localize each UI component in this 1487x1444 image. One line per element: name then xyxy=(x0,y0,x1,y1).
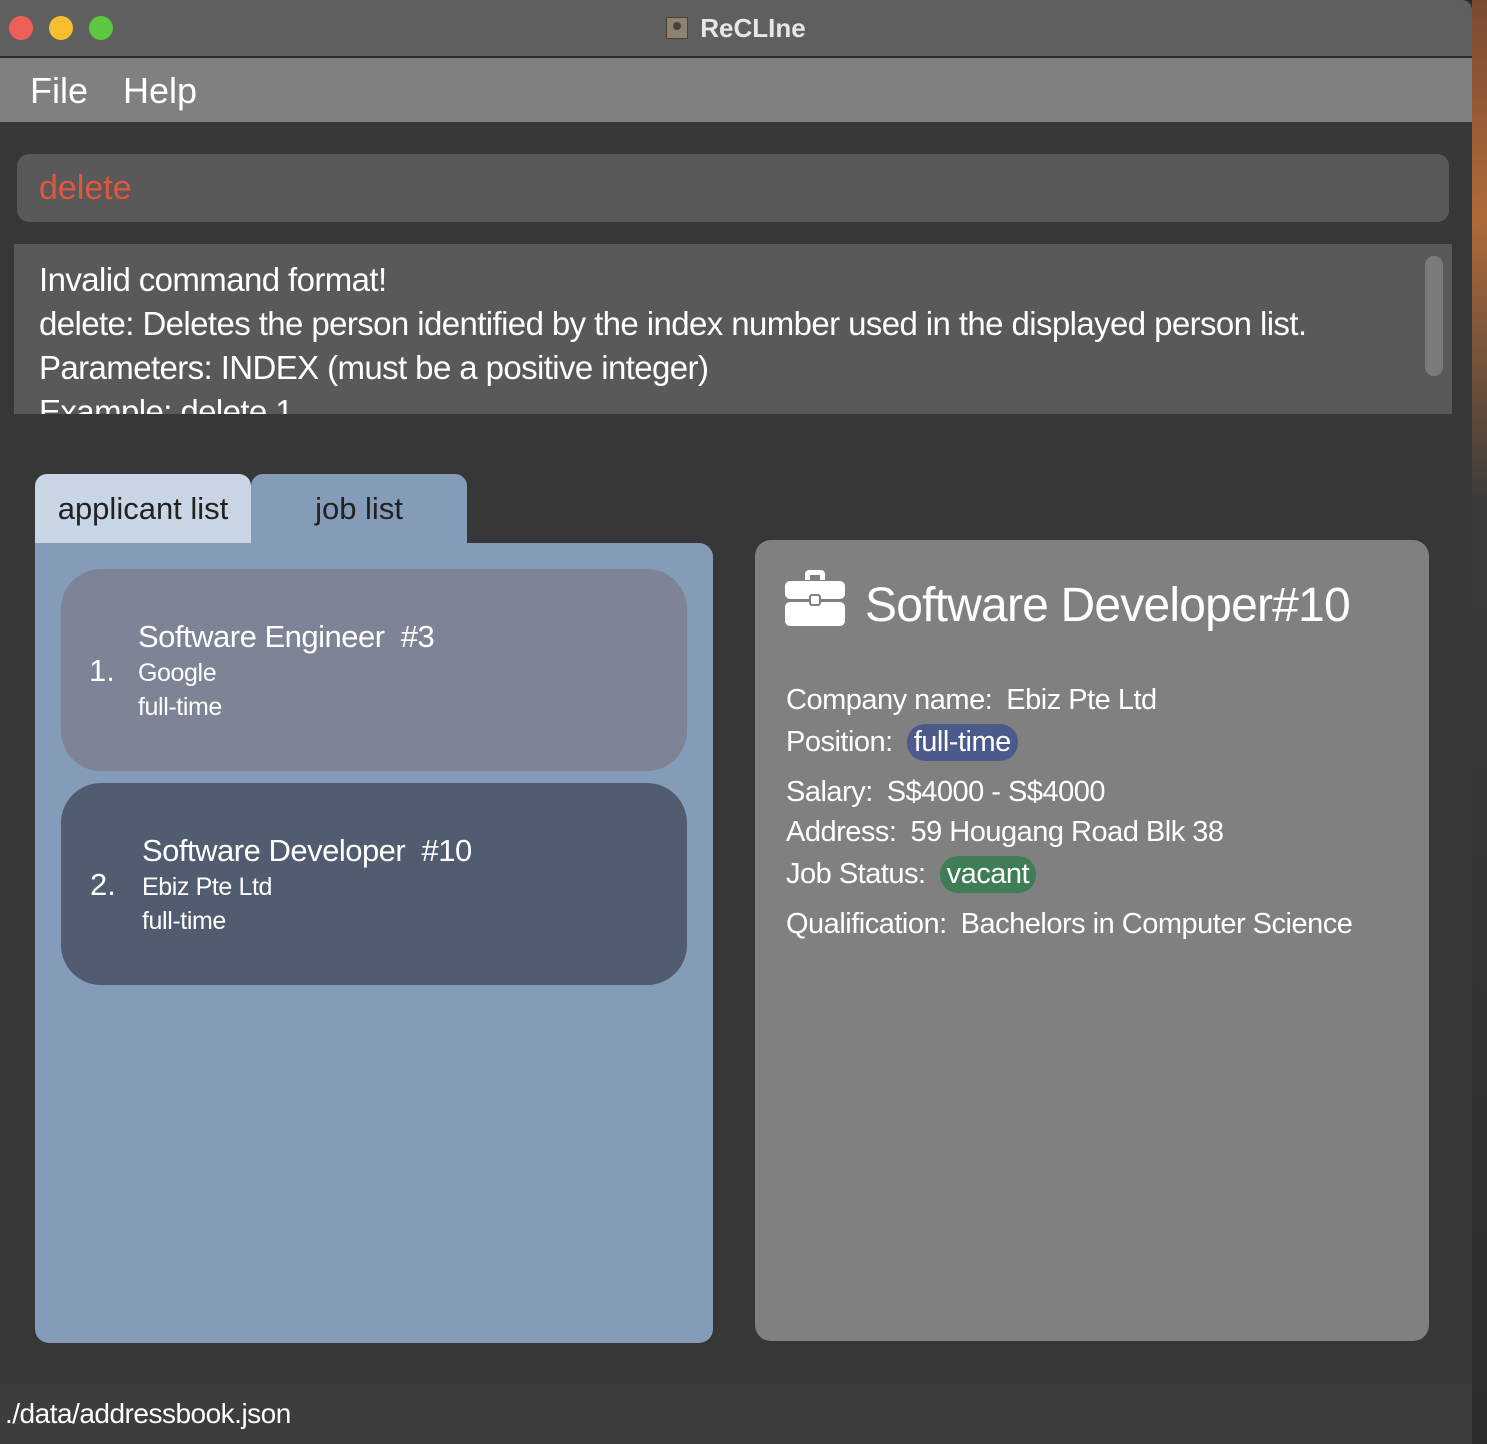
status-bar: ./data/addressbook.json xyxy=(0,1384,1472,1444)
address-label: Address: xyxy=(786,816,897,848)
menu-file[interactable]: File xyxy=(30,70,88,112)
qualification-label: Qualification: xyxy=(786,908,947,940)
menu-help[interactable]: Help xyxy=(123,70,197,112)
job-list-panel: 1. Software Engineer #3 Google full-time… xyxy=(35,543,713,1343)
job-card-title: Software Developer #10 xyxy=(142,833,472,868)
job-card-title: Software Engineer #3 xyxy=(138,619,435,654)
company-row: Company name: Ebiz Pte Ltd xyxy=(786,684,1157,717)
title-bar: ReCLIne xyxy=(0,0,1472,58)
position-badge: full-time xyxy=(906,724,1018,761)
job-card-index: 2. xyxy=(90,867,116,902)
salary-label: Salary: xyxy=(786,776,873,808)
salary-value: S$4000 - S$4000 xyxy=(886,776,1106,808)
job-status-label: Job Status: xyxy=(786,858,926,890)
app-window: ReCLIne File Help Invalid command format… xyxy=(0,0,1472,1444)
data-file-path: ./data/addressbook.json xyxy=(5,1398,291,1429)
desktop-background xyxy=(1472,0,1487,1444)
tab-job-list-label: job list xyxy=(315,491,403,526)
job-card-selected[interactable]: 2. Software Developer #10 Ebiz Pte Ltd f… xyxy=(61,783,687,985)
menu-bar: File Help xyxy=(0,58,1472,122)
tab-applicant-list[interactable]: applicant list xyxy=(35,474,251,544)
salary-row: Salary: S$4000 - S$4000 xyxy=(786,776,1106,809)
job-card-position: full-time xyxy=(138,693,222,721)
job-status-row: Job Status: vacant xyxy=(786,856,1037,893)
job-card[interactable]: 1. Software Engineer #3 Google full-time xyxy=(61,569,687,771)
company-value: Ebiz Pte Ltd xyxy=(1006,684,1157,716)
result-scrollbar[interactable] xyxy=(1425,256,1443,376)
position-label: Position: xyxy=(786,726,893,758)
job-card-company: Ebiz Pte Ltd xyxy=(142,873,273,901)
window-title: ReCLIne xyxy=(700,12,806,43)
address-value: 59 Hougang Road Blk 38 xyxy=(910,816,1224,848)
tab-applicant-list-label: applicant list xyxy=(57,491,229,526)
qualification-value: Bachelors in Computer Science xyxy=(960,908,1353,940)
company-label: Company name: xyxy=(786,684,993,716)
command-box xyxy=(17,154,1449,222)
job-card-company: Google xyxy=(138,659,217,687)
job-card-position: full-time xyxy=(142,907,226,935)
address-row: Address: 59 Hougang Road Blk 38 xyxy=(786,816,1224,849)
job-detail-title: Software Developer#10 xyxy=(865,579,1351,632)
result-message: Invalid command format! delete: Deletes … xyxy=(39,261,1307,414)
job-card-index: 1. xyxy=(89,653,115,688)
tab-job-list[interactable]: job list xyxy=(251,474,467,544)
qualification-row: Qualification: Bachelors in Computer Scie… xyxy=(786,908,1353,941)
job-status-badge: vacant xyxy=(939,856,1037,893)
job-detail-panel: Software Developer#10 Company name: Ebiz … xyxy=(755,540,1429,1341)
result-display: Invalid command format! delete: Deletes … xyxy=(14,244,1452,414)
position-row: Position: full-time xyxy=(786,724,1018,761)
window-title-group: ReCLIne xyxy=(0,0,1472,56)
briefcase-icon xyxy=(785,570,845,626)
command-input[interactable] xyxy=(39,168,1449,208)
app-icon xyxy=(666,17,689,39)
